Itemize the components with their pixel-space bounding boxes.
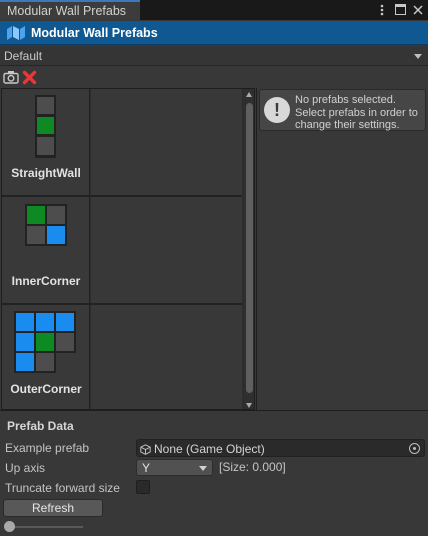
scroll-down-icon[interactable]	[246, 403, 252, 408]
info-helpbox: ! No prefabs selected. Select prefabs in…	[259, 89, 426, 131]
up-axis-label: Up axis	[5, 461, 46, 475]
gameobject-icon	[140, 443, 151, 455]
zoom-slider-thumb[interactable]	[4, 521, 15, 532]
up-axis-value: Y	[142, 461, 151, 475]
header-title: Modular Wall Prefabs	[31, 25, 158, 40]
refresh-button[interactable]: Refresh	[3, 499, 103, 517]
example-prefab-label: Example prefab	[5, 441, 90, 455]
innercorner-preview-icon	[25, 204, 67, 246]
empty-grid-cell	[91, 197, 242, 303]
camera-icon[interactable]	[3, 70, 19, 84]
delete-icon[interactable]	[22, 70, 37, 85]
toolbar	[0, 67, 428, 87]
tab-tools	[375, 2, 425, 17]
info-exclamation-icon: !	[264, 97, 290, 123]
zoom-slider-track[interactable]	[8, 526, 83, 528]
maximize-icon[interactable]	[393, 2, 407, 17]
window-tab[interactable]: Modular Wall Prefabs	[0, 0, 140, 20]
chevron-down-icon	[199, 466, 207, 471]
prefab-tile-outercorner[interactable]: OuterCorner	[2, 305, 90, 409]
section-separator	[0, 410, 428, 411]
prefab-name-label: OuterCorner	[10, 382, 82, 396]
example-prefab-value: None (Game Object)	[154, 442, 265, 456]
prefab-tile-innercorner[interactable]: InnerCorner	[2, 197, 90, 303]
more-options-icon[interactable]	[375, 2, 389, 17]
prefab-name-label: InnerCorner	[11, 274, 81, 288]
object-picker-icon[interactable]	[409, 443, 420, 454]
window-header: Modular Wall Prefabs	[0, 21, 428, 45]
section-title: Prefab Data	[7, 419, 74, 433]
prefab-grid: StraightWall InnerCorner OuterCorner	[1, 88, 255, 410]
truncate-forward-label: Truncate forward size	[5, 481, 120, 495]
close-icon[interactable]	[411, 2, 425, 17]
info-message: No prefabs selected. Select prefabs in o…	[295, 94, 418, 131]
modular-wall-logo-icon	[7, 25, 25, 40]
size-info: [Size: 0.000]	[219, 460, 286, 474]
panel-divider	[256, 88, 257, 410]
outercorner-preview-icon	[14, 311, 76, 373]
palette-selected-label: Default	[4, 49, 43, 63]
up-axis-select[interactable]: Y	[136, 459, 213, 476]
prefab-tile-straightwall[interactable]: StraightWall	[2, 89, 90, 195]
scroll-up-icon[interactable]	[246, 92, 252, 97]
window-tab-label: Modular Wall Prefabs	[7, 4, 127, 18]
tab-strip: Modular Wall Prefabs	[0, 0, 428, 20]
straightwall-preview-icon	[35, 95, 56, 158]
empty-grid-cell	[91, 305, 242, 409]
example-prefab-field[interactable]: None (Game Object)	[136, 439, 425, 457]
chevron-down-icon	[414, 54, 422, 59]
truncate-forward-checkbox[interactable]	[136, 480, 150, 494]
vertical-scrollbar[interactable]	[244, 89, 254, 409]
prefab-name-label: StraightWall	[11, 166, 81, 180]
palette-dropdown[interactable]: Default	[0, 46, 428, 66]
empty-grid-cell	[91, 89, 242, 195]
scrollbar-thumb[interactable]	[246, 103, 253, 393]
